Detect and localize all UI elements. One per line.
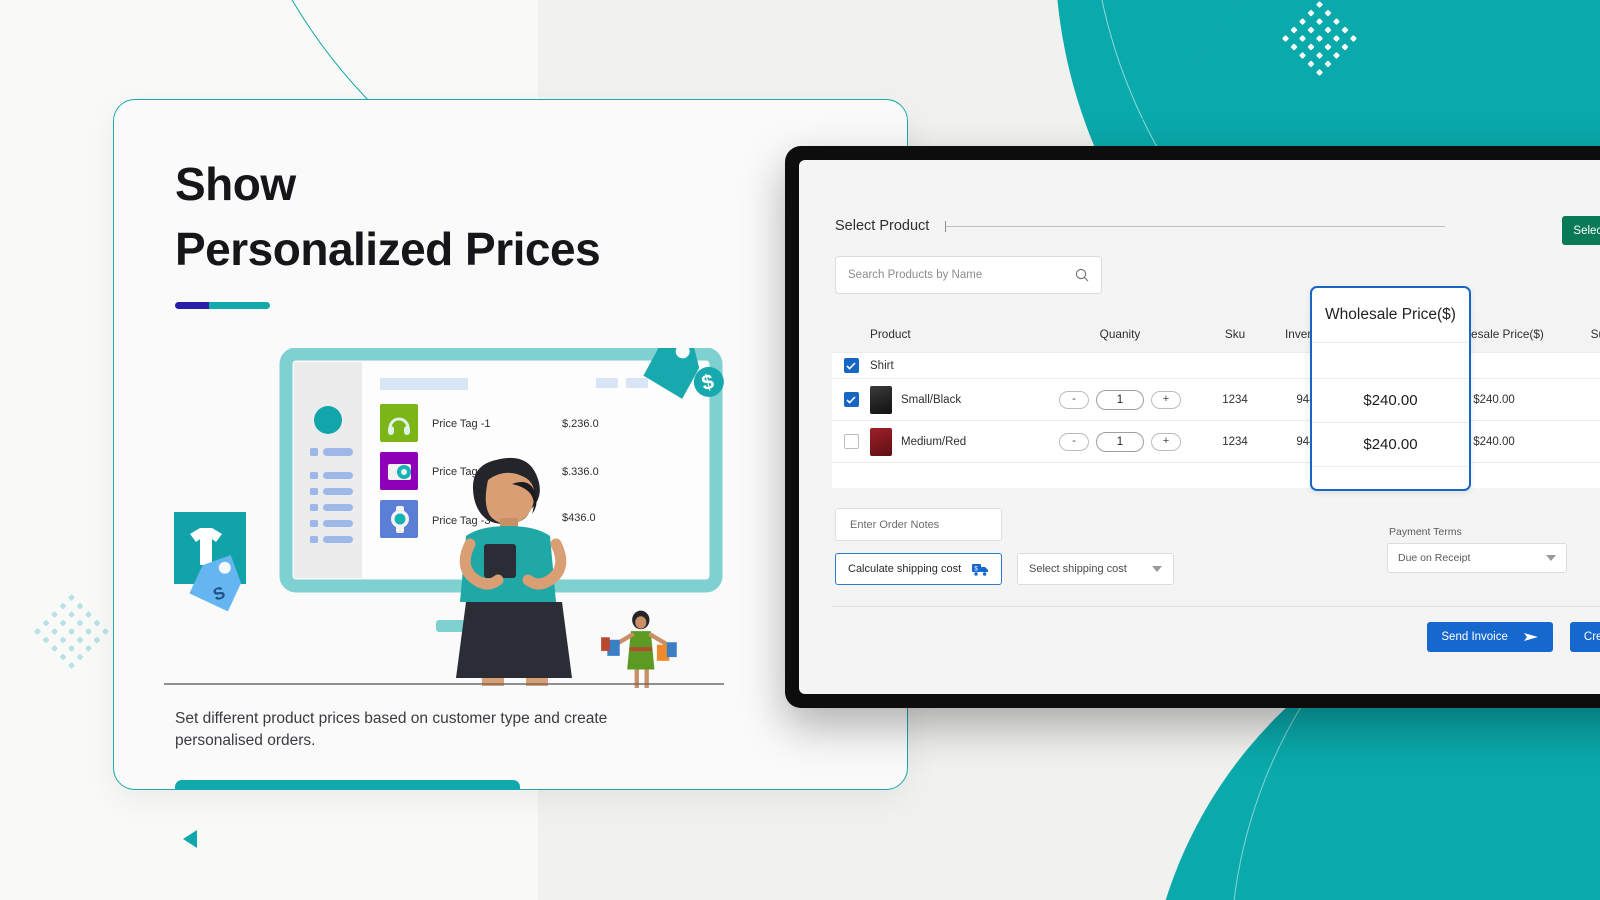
search-products-box[interactable] [835,256,1102,294]
payment-terms-group: Payment Terms Due on Receipt [1387,526,1567,573]
title-underline-rule [175,302,270,309]
chevron-down-icon [1152,566,1162,572]
group-row-name: Shirt [870,359,894,372]
row-1-checkbox[interactable] [843,392,859,407]
section-header: Select Product [835,218,1445,234]
footer-divider [832,606,1600,607]
row-2-quantity-value[interactable]: 1 [1096,431,1144,452]
payment-terms-label: Payment Terms [1389,526,1462,538]
row-1-quantity-value[interactable]: 1 [1096,389,1144,410]
payment-terms-select[interactable]: Due on Receipt [1387,543,1567,573]
price-tag-1-price: $.236.0 [562,418,599,430]
row-2-inventory: 944 [1296,435,1316,448]
price-tag-3-price: $436.0 [562,512,596,524]
chevron-down-icon [1546,555,1556,561]
row-1-sku: 1234 [1222,393,1248,406]
hero-cta-button[interactable] [175,780,520,789]
table-header-row: Product Quanity Sku Inventry Price($) Wh… [832,316,1600,352]
section-title: Select Product [835,218,930,234]
calculate-shipping-cost-button[interactable]: Calculate shipping cost $ [835,553,1002,585]
hero-illustration: Price Tag -1 $.236.0 Price Tag -2 $.336.… [164,348,724,688]
slide-root: Show Personalized Prices Price Tag -1 $.… [0,0,1600,900]
row-1-decrement-button[interactable]: - [1059,390,1089,409]
selected-product-label: Selected Product [1573,224,1600,237]
price-tag-2-price: $.336.0 [562,466,599,478]
row-1-quantity-stepper: - 1 + [1059,389,1181,410]
row-1-increment-button[interactable]: + [1151,390,1181,409]
app-screen: Select Product Selected Product [799,160,1600,694]
row-1-inventory: 944 [1296,393,1316,406]
shipping-cost-value: Select shipping cost [1029,563,1127,575]
action-buttons: Send Invoice Create Order [1427,622,1600,652]
row-2-quantity-stepper: - 1 + [1059,431,1181,452]
order-notes-input[interactable]: Enter Order Notes [835,508,1002,541]
header-price: Price($) [1360,327,1402,341]
shopper-illustration [601,610,677,688]
carousel-previous-arrow-icon[interactable] [183,830,197,848]
row-2-sku: 1234 [1222,435,1248,448]
table-footer-row [832,462,1600,488]
truck-icon: $ [972,563,988,576]
row-2-variant: Medium/Red [901,435,967,448]
price-tag-3-label: Price Tag -3 [432,515,491,527]
row-2-wholesale-price: $240.00 [1473,435,1515,448]
send-invoice-label: Send Invoice [1441,631,1508,643]
row-2-sub-total: $340.00 [1568,436,1600,448]
search-icon[interactable] [1075,268,1089,282]
search-input[interactable] [848,269,1075,281]
selected-product-badge[interactable]: Selected Product [1562,216,1600,245]
send-invoice-button[interactable]: Send Invoice [1427,622,1553,652]
row-1-sub-total: $340.00 [1568,394,1600,406]
header-product: Product [870,327,911,341]
table-row: Small/Black - 1 + 1234 944 $340.00 $240.… [832,378,1600,420]
payment-terms-value: Due on Receipt [1398,552,1471,564]
send-icon [1523,633,1538,641]
create-order-label: Create Order [1583,631,1600,643]
device-frame: Select Product Selected Product [785,146,1600,708]
row-1-product-thumbnail [870,385,892,414]
row-1-price: $340.00 [1360,393,1402,406]
row-2-checkbox[interactable] [843,434,859,449]
header-sub-total: Sub Total ($) [1590,327,1600,341]
row-1-wholesale-price: $240.00 [1473,393,1515,406]
products-table: Product Quanity Sku Inventry Price($) Wh… [832,316,1600,488]
table-group-row: Shirt [832,352,1600,378]
row-2-product-thumbnail [870,427,892,456]
shipping-cost-select[interactable]: Select shipping cost [1017,553,1174,585]
create-order-button[interactable]: Create Order [1569,622,1600,652]
row-1-variant: Small/Black [901,393,962,406]
row-2-decrement-button[interactable]: - [1059,432,1089,451]
header-sku: Sku [1224,327,1246,341]
section-divider-line [945,220,1445,232]
row-2-increment-button[interactable]: + [1151,432,1181,451]
table-row: Medium/Red - 1 + 1234 944 $340.00 $240.0… [832,420,1600,462]
header-quantity: Quanity [1099,327,1141,341]
title-line-1: Show [175,158,296,210]
page-title: Show Personalized Prices [175,152,601,283]
header-inventory: Inventry [1285,327,1327,341]
price-tag-1-label: Price Tag -1 [432,418,491,430]
header-wholesale-price: Wholesale Price($) [1444,327,1544,341]
title-line-2: Personalized Prices [175,223,601,276]
calculate-shipping-label: Calculate shipping cost [848,563,962,575]
group-row-checkbox[interactable] [843,358,859,373]
hero-description: Set different product prices based on cu… [175,710,608,750]
row-2-price: $340.00 [1360,435,1402,448]
